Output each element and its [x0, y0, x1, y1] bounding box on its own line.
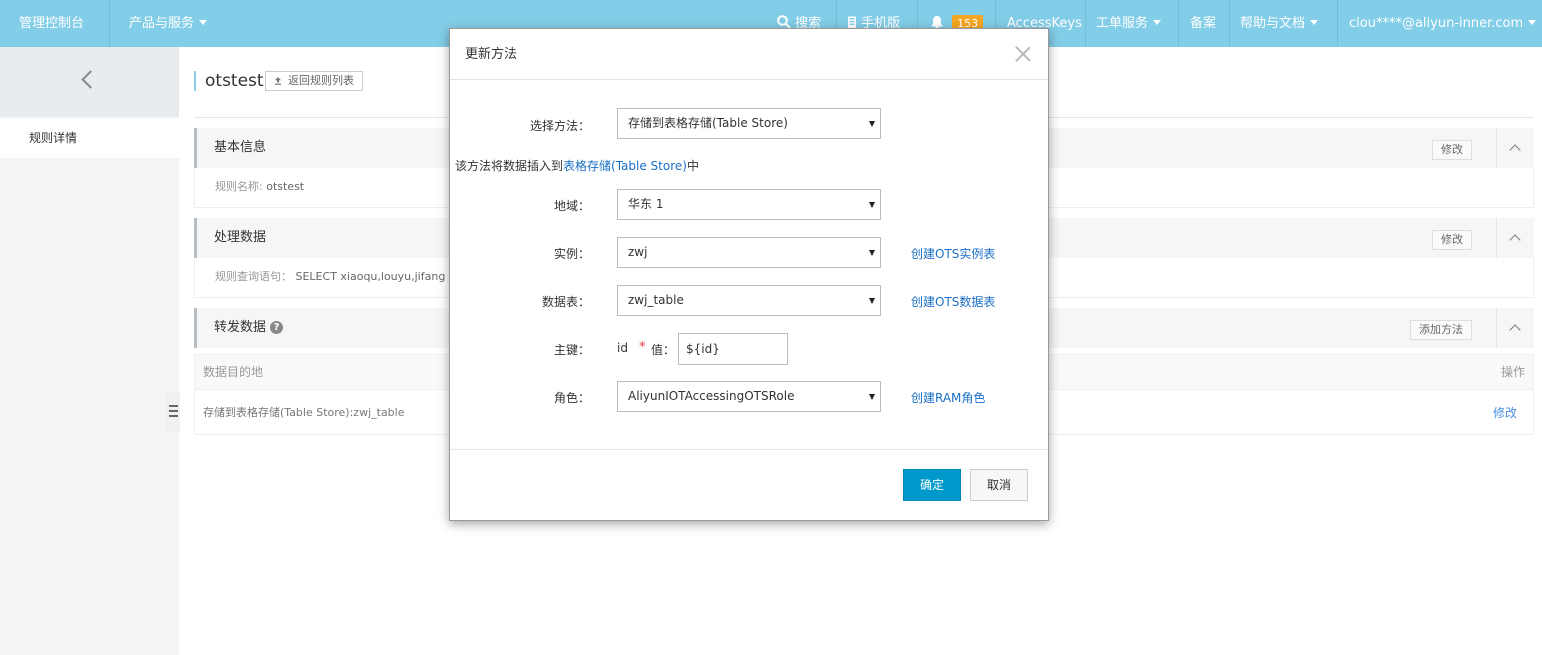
- table-label: 数据表：: [541, 295, 590, 309]
- products-menu[interactable]: 产品与服务: [129, 0, 208, 47]
- collapse-basic-info-button[interactable]: [1496, 128, 1534, 168]
- instance-select-value: zwj: [628, 245, 648, 259]
- edit-process-data-button[interactable]: 修改: [1432, 230, 1472, 250]
- sidebar-item-rule-details[interactable]: 规则详情: [0, 118, 179, 158]
- required-asterisk: *: [639, 340, 646, 355]
- create-ots-table-link[interactable]: 创建OTS数据表: [911, 293, 995, 310]
- cancel-button[interactable]: 取消: [970, 469, 1028, 501]
- instance-select[interactable]: zwj: [617, 237, 881, 268]
- field-value: SELECT xiaoqu,louyu,jifang: [295, 270, 446, 283]
- panel-title: 处理数据: [214, 230, 267, 245]
- caret-down-icon: [869, 121, 875, 127]
- help-docs-menu[interactable]: 帮助与文档: [1240, 0, 1319, 47]
- rule-name-field: 规则名称: otstest: [215, 168, 304, 206]
- query-statement-field: 规则查询语句： SELECT xiaoqu,louyu,jifang: [215, 258, 445, 296]
- confirm-button[interactable]: 确定: [903, 469, 961, 501]
- panel-title: 基本信息: [214, 140, 267, 155]
- chevron-up-icon: [1509, 144, 1521, 156]
- column-header-destination: 数据目的地: [203, 365, 264, 379]
- method-select[interactable]: 存储到表格存储(Table Store): [617, 108, 881, 139]
- chevron-up-icon: [1509, 234, 1521, 246]
- primary-key-value-label: 值：: [651, 343, 676, 357]
- nav-separator: [1178, 0, 1179, 47]
- tickets-menu-label: 工单服务: [1096, 16, 1149, 31]
- sidebar-item-label: 规则详情: [29, 131, 78, 145]
- field-label: 规则查询语句：: [215, 270, 292, 283]
- sidebar-back-button[interactable]: [0, 47, 179, 117]
- chevron-left-icon: [81, 70, 100, 89]
- page-title: otstest: [205, 71, 264, 91]
- close-icon[interactable]: [1015, 46, 1031, 62]
- primary-key-label: 主键：: [553, 343, 590, 357]
- field-value: otstest: [266, 180, 305, 193]
- panel-title-text: 转发数据: [214, 320, 267, 335]
- help-docs-label: 帮助与文档: [1240, 16, 1306, 31]
- dialog-header: 更新方法: [450, 29, 1048, 80]
- add-method-button[interactable]: 添加方法: [1410, 320, 1472, 340]
- table-store-link[interactable]: 表格存储(Table Store): [563, 159, 687, 173]
- region-select[interactable]: 华东 1: [617, 189, 881, 220]
- region-select-value: 华东 1: [628, 197, 664, 211]
- caret-down-icon: [869, 298, 875, 304]
- tickets-menu[interactable]: 工单服务: [1096, 0, 1162, 47]
- filing-link[interactable]: 备案: [1190, 0, 1216, 47]
- nav-separator: [109, 0, 110, 47]
- create-ots-instance-link[interactable]: 创建OTS实例表: [911, 245, 995, 262]
- list-icon: [169, 405, 178, 407]
- role-select-value: AliyunIOTAccessingOTSRole: [628, 389, 795, 403]
- edit-destination-link[interactable]: 修改: [1493, 391, 1517, 435]
- back-to-rule-list-label: 返回规则列表: [288, 74, 354, 87]
- table-cell-destination: 存储到表格存储(Table Store):zwj_table: [203, 406, 405, 419]
- dialog-title: 更新方法: [465, 47, 518, 62]
- dialog-footer-divider: [450, 449, 1048, 450]
- column-header-action: 操作: [1500, 365, 1525, 379]
- description-prefix: 该方法将数据插入到: [455, 159, 564, 173]
- method-select-value: 存储到表格存储(Table Store): [628, 116, 788, 130]
- edit-basic-info-button[interactable]: 修改: [1432, 140, 1472, 160]
- caret-down-icon: [869, 250, 875, 256]
- search-icon: [777, 15, 791, 29]
- table-select-value: zwj_table: [628, 293, 684, 307]
- collapse-process-data-button[interactable]: [1496, 218, 1534, 258]
- caret-down-icon: [869, 202, 875, 208]
- description-suffix: 中: [686, 159, 699, 173]
- sidebar: 规则详情: [0, 47, 179, 655]
- console-home-link[interactable]: 管理控制台: [19, 0, 84, 47]
- list-toggle-handle[interactable]: [166, 393, 180, 431]
- field-label: 规则名称:: [215, 180, 263, 193]
- method-description: 该方法将数据插入到表格存储(Table Store)中: [455, 157, 699, 174]
- nav-separator: [1085, 0, 1086, 47]
- chevron-down-icon: [1153, 20, 1162, 25]
- chevron-down-icon: [1528, 20, 1537, 25]
- list-icon: [169, 415, 178, 417]
- products-menu-label: 产品与服务: [129, 16, 195, 31]
- page-title-bar: otstest: [194, 71, 264, 91]
- update-method-dialog: 更新方法 选择方法： 存储到表格存储(Table Store) 该方法将数据插入…: [449, 28, 1049, 521]
- nav-separator: [1229, 0, 1230, 47]
- method-label: 选择方法：: [529, 119, 590, 133]
- role-label: 角色：: [553, 391, 590, 405]
- mobile-icon: [848, 16, 856, 28]
- account-menu[interactable]: clou****@aliyun-inner.com: [1349, 0, 1537, 47]
- primary-key-name: id: [617, 341, 628, 355]
- table-select[interactable]: zwj_table: [617, 285, 881, 316]
- role-select[interactable]: AliyunIOTAccessingOTSRole: [617, 381, 881, 412]
- nav-separator: [1337, 0, 1338, 47]
- account-label: clou****@aliyun-inner.com: [1349, 16, 1524, 31]
- chevron-down-icon: [1310, 20, 1319, 25]
- instance-label: 实例：: [553, 247, 590, 261]
- back-to-rule-list-button[interactable]: 返回规则列表: [265, 71, 363, 91]
- primary-key-value-input[interactable]: ${id}: [678, 333, 788, 365]
- help-icon[interactable]: ?: [270, 321, 284, 334]
- collapse-forward-data-button[interactable]: [1496, 308, 1534, 348]
- chevron-up-icon: [1509, 324, 1521, 336]
- create-ram-role-link[interactable]: 创建RAM角色: [911, 389, 985, 406]
- chevron-down-icon: [199, 20, 208, 25]
- caret-down-icon: [869, 394, 875, 400]
- upload-arrow-icon: [275, 77, 281, 85]
- panel-title: 转发数据?: [214, 308, 284, 348]
- list-icon: [169, 410, 178, 412]
- region-label: 地域：: [553, 199, 590, 213]
